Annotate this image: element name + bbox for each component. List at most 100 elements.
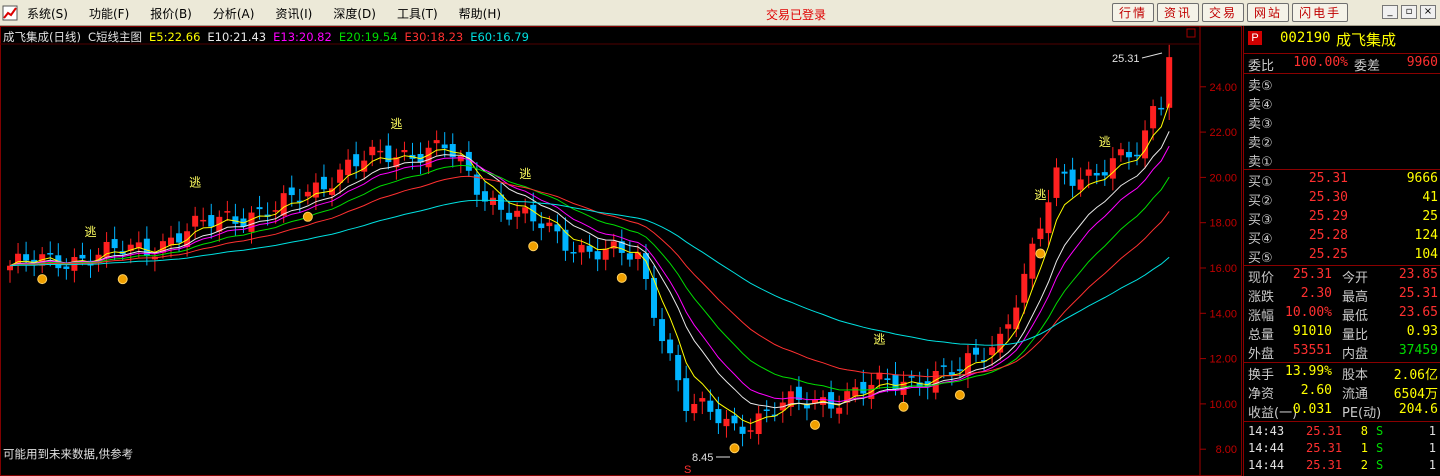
stat-row: 涨幅 10.00% 最低 23.65 [1244,304,1440,324]
buy-row: 买⑤ 25.25 104 [1244,246,1440,266]
toolbar-button-4[interactable]: 闪电手 [1292,3,1349,22]
stat-label: 总量 [1248,328,1275,343]
candle-body [1021,273,1028,303]
menu-item-7[interactable]: 帮助(H) [459,5,501,22]
candle-body [522,207,529,214]
buy-label: 买④ [1248,232,1273,247]
restore-icon[interactable]: ▫ [1401,5,1417,19]
escape-marker: 逃 [873,332,885,346]
sell-row: 卖⑤ [1244,74,1440,94]
ma-legend-2: E13:20.82 [273,30,332,44]
buy-row: 买③ 25.29 25 [1244,208,1440,228]
chart-title: 成飞集成(日线) [3,30,81,44]
stat-value: 53551 [1292,343,1332,358]
candle-body [441,144,448,149]
menu-bar: 系统(S) 功能(F) 报价(B) 分析(A) 资讯(I) 深度(D) 工具(T) 帮助(H)… [0,0,1440,26]
candle-body [626,253,633,260]
candle-body [1037,228,1044,240]
menu-item-6[interactable]: 工具(T) [397,5,438,22]
candle-body [47,253,54,255]
y-tick-label: 18.00 [1209,218,1237,230]
low-price-label: 8.45 [692,452,713,464]
kline-chart[interactable]: 24.00 22.00 20.00 18.00 16.00 14.00 12.00 10.00… [0,26,1242,476]
buy-row: 买② 25.30 41 [1244,189,1440,209]
candle-body [634,252,641,259]
candle-body [739,426,746,434]
quote-panel: P 002190 成飞集成 委比 100.00% 委差 9960 卖⑤ 卖④ 卖③ 卖② 卖① 买① 25… [1243,26,1440,476]
candle-body [908,376,915,378]
candle-body [288,187,295,196]
candle-body [594,251,601,260]
kline-canvas[interactable]: 24.00 22.00 20.00 18.00 16.00 14.00 12.00 10.00… [0,26,1242,476]
candle-body [1134,154,1140,157]
escape-marker: 逃 [390,117,402,131]
menu-item-4[interactable]: 资讯(I) [275,5,312,22]
candle-body [715,409,722,424]
toolbar-button-0[interactable]: 行情 [1112,3,1155,22]
candle-body [602,248,609,260]
toolbar-button-2[interactable]: 交易 [1202,3,1245,22]
toolbar-button-1[interactable]: 资讯 [1157,3,1200,22]
stat-value: 2.06亿 [1393,368,1438,383]
candle-body [570,252,577,254]
stat-label: 今开 [1342,271,1369,286]
menu-item-3[interactable]: 分析(A) [213,5,255,22]
y-tick-label: 12.00 [1209,354,1237,366]
candle-body [586,245,593,252]
toolbar-button-3[interactable]: 网站 [1247,3,1290,22]
y-tick-label: 22.00 [1209,127,1237,139]
candle-body [1029,243,1036,279]
menu-item-2[interactable]: 报价(B) [150,5,192,22]
menu-item-0[interactable]: 系统(S) [27,5,68,22]
candle-body [1125,151,1132,158]
candle-body [1093,172,1100,176]
stat-label: 最高 [1342,290,1369,305]
menu-item-5[interactable]: 深度(D) [333,5,376,22]
buy-row: 买④ 25.28 124 [1244,227,1440,247]
stat-value: 0.93 [1406,324,1438,339]
candle-body [723,418,730,427]
tick-count: 1 [1428,424,1436,438]
weicha-label: 委差 [1354,59,1381,74]
candle-body [1101,172,1108,176]
high-price-pointer [1141,52,1163,59]
stat-value: 13.99% [1285,364,1332,379]
candle-body [79,254,86,259]
menu-item-1[interactable]: 功能(F) [89,5,129,22]
ma-legend-0: E5:22.66 [149,30,201,44]
candle-body [7,265,13,271]
stat-label: 涨幅 [1248,309,1275,324]
ma-legend-5: E60:16.79 [470,30,529,44]
close-icon[interactable]: × [1420,5,1436,19]
stat-value: 23.65 [1398,305,1438,320]
stat-label: 外盘 [1248,347,1275,362]
high-price-label: 25.31 [1112,53,1140,65]
tick-count: 1 [1428,441,1436,455]
stat-value: 25.31 [1292,267,1332,282]
sell-label: 卖③ [1248,117,1273,132]
stat-value: 23.85 [1398,267,1438,282]
buy-row: 买① 25.31 9666 [1244,170,1440,190]
candle-body [956,369,963,371]
stat-row: 总量 91010 量比 0.93 [1244,323,1440,343]
candle-body [884,378,891,381]
candle-body [675,354,682,381]
buy-price: 25.31 [1308,171,1348,186]
stock-p-icon: P [1248,31,1262,45]
minimize-icon[interactable]: _ [1382,5,1398,19]
candle-body [940,365,947,367]
candle-body [1053,167,1060,198]
candle-body [1069,169,1076,186]
stat-label: 内盘 [1342,347,1369,362]
coin-marker [729,443,740,454]
stat-row: 外盘 53551 内盘 37459 [1244,342,1440,362]
candle-body [111,239,118,249]
candle-body [860,381,867,394]
buy-label: 买⑤ [1248,251,1273,266]
candle-body [208,215,215,227]
buy-label: 买① [1248,175,1273,190]
candle-body [651,277,657,318]
candle-body [836,407,843,414]
candle-body [1166,57,1173,108]
coin-marker [37,274,48,285]
